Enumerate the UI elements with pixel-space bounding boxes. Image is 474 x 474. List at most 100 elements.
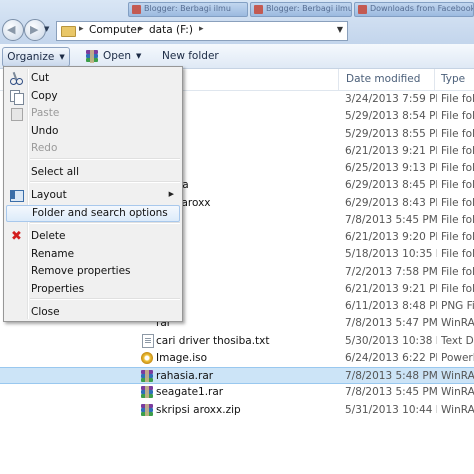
text-file-icon (142, 333, 154, 348)
taskbar-tab-label: Downloads from Facebook (370, 4, 474, 13)
file-date-modified: 6/21/2013 9:20 PM (345, 231, 437, 243)
winrar-icon (141, 369, 154, 383)
cut-icon (10, 71, 23, 85)
file-row[interactable]: Image.iso 6/24/2013 6:22 PM PowerIS (0, 350, 474, 367)
file-row[interactable]: skripsi aroxx.zip 5/31/2013 10:44 PM WinRA… (0, 402, 474, 419)
file-type: File fold (441, 144, 474, 157)
file-date-modified: 5/29/2013 8:55 PM (345, 127, 437, 140)
file-name: seagate1.rar (156, 386, 224, 399)
breadcrumb-separator-icon[interactable]: ▸ (199, 24, 204, 34)
menu-separator (30, 222, 180, 224)
file-type: PowerIS (441, 351, 474, 364)
taskbar-tab[interactable]: Downloads from Facebook (354, 2, 474, 17)
menu-item-label: Paste (31, 107, 60, 119)
taskbar-tab[interactable]: Blogger: Berbagi ilmu (128, 2, 248, 17)
menu-item-folder-and-search-options[interactable]: Folder and search options (6, 205, 180, 222)
winrar-icon (141, 403, 154, 417)
menu-item-redo[interactable]: Redo (6, 140, 180, 157)
title-area: Blogger: Berbagi ilmu Blogger: Berbagi i… (0, 0, 474, 44)
menu-item-select-all[interactable]: Select all (6, 164, 180, 181)
file-date-modified: 5/30/2013 10:38 PM (345, 334, 437, 347)
winrar-icon (141, 385, 154, 399)
menu-item-label: Properties (31, 283, 85, 295)
menu-item-remove-properties[interactable]: Remove properties (6, 263, 180, 280)
file-date-modified: 7/8/2013 5:45 PM (345, 386, 437, 399)
menu-separator (30, 298, 180, 300)
file-row[interactable]: seagate1.rar 7/8/2013 5:45 PM WinRAR (0, 384, 474, 401)
file-name: cari driver thosiba.txt (156, 334, 270, 347)
file-type: PNG File (441, 300, 474, 312)
file-date-modified: 3/24/2013 7:59 PM (345, 93, 437, 105)
file-date-modified: 6/29/2013 8:45 PM (345, 179, 437, 192)
organize-button[interactable]: Organize ▼ (2, 47, 70, 67)
column-header-type[interactable]: Type (441, 73, 465, 85)
file-type: File fold (441, 127, 474, 140)
column-divider[interactable] (338, 69, 339, 90)
menu-item-label: Layout (31, 189, 67, 201)
file-date-modified: 6/24/2013 6:22 PM (345, 351, 437, 364)
menu-item-undo[interactable]: Undo (6, 123, 180, 140)
address-dropdown-icon[interactable]: ▼ (337, 25, 343, 34)
recent-pages-dropdown-icon[interactable]: ▼ (44, 25, 49, 33)
menu-item-rename[interactable]: Rename (6, 246, 180, 263)
menu-item-layout[interactable]: Layout ▶ (6, 187, 180, 204)
file-date-modified: 7/8/2013 5:47 PM (345, 317, 437, 330)
menu-separator (30, 181, 180, 183)
file-date-modified: 5/18/2013 10:35 PM (345, 248, 437, 261)
menu-item-label: Delete (31, 230, 66, 242)
file-type: File fold (441, 248, 474, 261)
organize-label: Organize (7, 51, 55, 63)
menu-item-paste[interactable]: Paste (6, 105, 180, 122)
new-folder-label: New folder (162, 50, 219, 62)
taskbar-tab[interactable]: Blogger: Berbagi ilmu (250, 2, 352, 17)
menu-item-label: Cut (31, 72, 50, 84)
file-type: File fold (441, 110, 474, 123)
file-row[interactable]: rahasia.rar 7/8/2013 5:48 PM WinRAR (0, 367, 474, 384)
breadcrumb-separator-icon[interactable]: ▸ (139, 24, 144, 34)
breadcrumb-separator-icon[interactable]: ▸ (79, 24, 84, 34)
menu-item-delete[interactable]: ✖ Delete (6, 228, 180, 245)
file-date-modified: 7/8/2013 5:45 PM (345, 213, 437, 226)
file-date-modified: 6/21/2013 9:21 PM (345, 144, 437, 157)
file-type: File fold (441, 196, 474, 209)
breadcrumb-drive[interactable]: data (F:) (149, 24, 193, 36)
menu-item-label: Undo (31, 125, 59, 137)
column-divider[interactable] (434, 69, 435, 90)
back-button[interactable]: ◀ (2, 19, 24, 41)
file-date-modified: 5/31/2013 10:44 PM (345, 403, 437, 416)
forward-button[interactable]: ▶ (24, 19, 46, 41)
taskbar-tab-label: Blogger: Berbagi ilmu (266, 4, 352, 13)
winrar-icon (86, 49, 98, 63)
menu-item-properties[interactable]: Properties (6, 281, 180, 298)
browser-icon (254, 5, 263, 14)
breadcrumb-computer[interactable]: Computer (89, 24, 141, 36)
file-date-modified: 7/2/2013 7:58 PM (345, 265, 437, 278)
menu-item-label: Select all (31, 166, 79, 178)
layout-icon (10, 189, 24, 202)
menu-item-label: Folder and search options (32, 207, 168, 219)
new-folder-button[interactable]: New folder (162, 47, 219, 65)
file-type: File fold (441, 179, 474, 192)
file-date-modified: 6/29/2013 8:43 PM (345, 196, 437, 209)
menu-item-label: Copy (31, 89, 58, 102)
file-type: File fold (441, 282, 474, 295)
file-date-modified: 7/8/2013 5:48 PM (345, 370, 437, 382)
open-button[interactable]: Open ▼ (86, 47, 141, 65)
menu-separator (30, 158, 180, 160)
open-label: Open (103, 50, 132, 62)
organize-menu: Cut Copy Paste Undo Redo Select all Layout ▶ Fol… (3, 66, 183, 322)
file-date-modified: 5/29/2013 8:54 PM (345, 110, 437, 123)
file-type: File fold (441, 213, 474, 226)
file-type: WinRAR (441, 403, 474, 416)
column-header-date[interactable]: Date modified (346, 73, 420, 85)
menu-item-copy[interactable]: Copy (6, 88, 180, 105)
file-row[interactable]: cari driver thosiba.txt 5/30/2013 10:38 P… (0, 333, 474, 350)
address-bar[interactable]: ▸ Computer ▸ data (F:) ▸ ▼ (56, 21, 348, 41)
menu-item-label: Redo (31, 142, 58, 154)
menu-item-cut[interactable]: Cut (6, 70, 180, 87)
file-type: File fold (441, 93, 474, 105)
menu-item-label: Remove properties (31, 265, 131, 277)
copy-icon (10, 89, 24, 105)
menu-item-close[interactable]: Close (6, 304, 180, 321)
taskbar-tab-label: Blogger: Berbagi ilmu (144, 4, 231, 13)
